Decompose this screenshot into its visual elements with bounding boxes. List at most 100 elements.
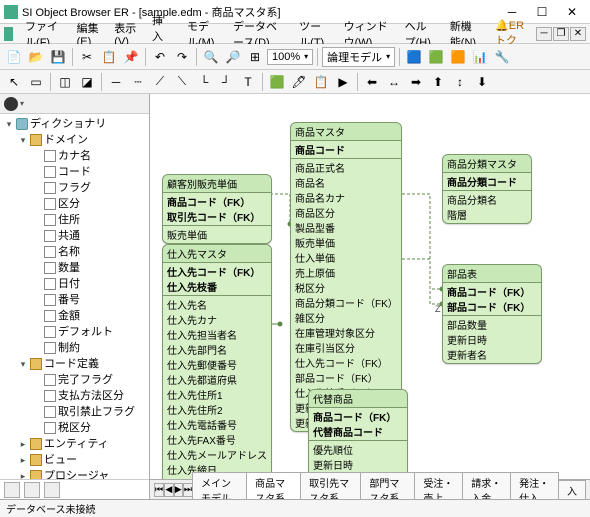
folder-icon <box>30 470 42 479</box>
entity-product[interactable]: 商品マスタ 商品コード 商品正式名商品名商品名カナ商品区分製品型番販売単価仕入単… <box>290 122 402 432</box>
tab-1[interactable]: 商品マスタ系 <box>246 472 301 499</box>
tree-item[interactable]: 区分 <box>58 196 80 212</box>
tree-item[interactable]: 支払方法区分 <box>58 388 124 404</box>
redo-button[interactable]: ↷ <box>172 47 192 67</box>
tool-b-button[interactable]: 🟩 <box>426 47 446 67</box>
tool-a-button[interactable]: 🟦 <box>404 47 424 67</box>
new-button[interactable]: 📄 <box>4 47 24 67</box>
tree-item[interactable]: 制約 <box>58 340 80 356</box>
tool-d-button[interactable]: 📊 <box>470 47 490 67</box>
page-icon <box>44 150 56 162</box>
tab-2[interactable]: 取引先マスタ系 <box>300 472 361 499</box>
tree-item[interactable]: プロシージャ <box>44 468 109 479</box>
tab-next-button[interactable]: ▶ <box>174 483 183 497</box>
tab-7[interactable]: 入 <box>558 480 586 500</box>
entity-pk: 商品分類コード <box>443 173 531 190</box>
tree-item[interactable]: コード <box>58 164 91 180</box>
color-fill-tool[interactable]: 🟩 <box>267 72 287 92</box>
entity-substitute[interactable]: 代替商品 商品コード（FK）代替商品コード 優先順位更新日時更新者名 <box>308 389 408 479</box>
tree-item[interactable]: 取引禁止フラグ <box>58 404 135 420</box>
tree-domain[interactable]: ドメイン <box>44 132 88 148</box>
tree-item[interactable]: フラグ <box>58 180 91 196</box>
tree-item[interactable]: 共通 <box>58 228 80 244</box>
tree-item[interactable]: デフォルト <box>58 324 113 340</box>
tab-5[interactable]: 請求・入金 <box>462 472 511 499</box>
tree-item[interactable]: 完了フラグ <box>58 372 113 388</box>
zoom-combo[interactable]: 100% <box>267 49 313 65</box>
sidebar-btn-3[interactable] <box>44 482 60 498</box>
undo-button[interactable]: ↶ <box>150 47 170 67</box>
zoom-in-button[interactable]: 🔍 <box>201 47 221 67</box>
entity-title: 商品マスタ <box>291 123 401 141</box>
mdi-restore-button[interactable]: ❐ <box>553 27 569 41</box>
copy-style-tool[interactable]: 📋 <box>311 72 331 92</box>
color-line-tool[interactable]: 🖊 <box>289 72 309 92</box>
rel5-tool[interactable]: └ <box>194 72 214 92</box>
rel6-tool[interactable]: ┘ <box>216 72 236 92</box>
model-tabs: ⏮ ◀ ▶ ⏭ メインモデル商品マスタ系取引先マスタ系部門マスタ系受注・売上請求… <box>150 479 590 499</box>
entity-parts[interactable]: 部品表 商品コード（FK）部品コード（FK） 部品数量更新日時更新者名 <box>442 264 542 364</box>
view-tool[interactable]: ◪ <box>77 72 97 92</box>
tree-item[interactable]: 番号 <box>58 292 80 308</box>
tab-6[interactable]: 発注・仕入 <box>510 472 559 499</box>
page-icon <box>44 182 56 194</box>
entity-pk: 商品コード（FK）代替商品コード <box>309 408 407 440</box>
entity2-tool[interactable]: ◫ <box>55 72 75 92</box>
status-text: データベース未接続 <box>6 501 96 516</box>
play-tool[interactable]: ▶ <box>333 72 353 92</box>
text-tool[interactable]: T <box>238 72 258 92</box>
align-c-tool[interactable]: ↔ <box>384 72 404 92</box>
open-button[interactable]: 📂 <box>26 47 46 67</box>
rel4-tool[interactable]: ⟍ <box>172 72 192 92</box>
tab-first-button[interactable]: ⏮ <box>154 483 164 497</box>
tree-item[interactable]: エンティティ <box>44 436 109 452</box>
page-icon <box>44 198 56 210</box>
entity-tool[interactable]: ▭ <box>26 72 46 92</box>
align-t-tool[interactable]: ⬆ <box>428 72 448 92</box>
tree-item[interactable]: 日付 <box>58 276 80 292</box>
tab-prev-button[interactable]: ◀ <box>164 483 173 497</box>
align-b-tool[interactable]: ⬇ <box>472 72 492 92</box>
entity-customer-price[interactable]: 顧客別販売単価 商品コード（FK）取引先コード（FK） 販売単価 <box>162 174 272 244</box>
tab-3[interactable]: 部門マスタ系 <box>360 472 415 499</box>
mdi-minimize-button[interactable]: ─ <box>536 27 552 41</box>
sidebar-btn-2[interactable] <box>24 482 40 498</box>
tool-e-button[interactable]: 🔧 <box>492 47 512 67</box>
copy-button[interactable]: 📋 <box>99 47 119 67</box>
entity-attrs: 部品数量更新日時更新者名 <box>443 315 541 363</box>
tree-item[interactable]: 金額 <box>58 308 80 324</box>
tab-4[interactable]: 受注・売上 <box>414 472 463 499</box>
er-canvas[interactable]: Z 顧客別販売単価 商品コード（FK）取引先コード（FK） 販売単価 仕入先マス… <box>150 94 590 479</box>
dictionary-tree[interactable]: ▾ディクショナリ ▾ドメイン カナ名コードフラグ区分住所共通名称数量日付番号金額… <box>0 114 149 479</box>
pointer-tool[interactable]: ↖ <box>4 72 24 92</box>
tree-item[interactable]: 数量 <box>58 260 80 276</box>
rel1-tool[interactable]: ─ <box>106 72 126 92</box>
fit-button[interactable]: ⊞ <box>245 47 265 67</box>
rel2-tool[interactable]: ┄ <box>128 72 148 92</box>
entity-product-class[interactable]: 商品分類マスタ 商品分類コード 商品分類名階層 <box>442 154 532 224</box>
sidebar-header[interactable] <box>0 94 149 114</box>
tree-codedef[interactable]: コード定義 <box>44 356 99 372</box>
svg-text:Z: Z <box>435 304 441 314</box>
tree-item[interactable]: ビュー <box>44 452 77 468</box>
tree-item[interactable]: 名称 <box>58 244 80 260</box>
rel3-tool[interactable]: ⟋ <box>150 72 170 92</box>
align-r-tool[interactable]: ➡ <box>406 72 426 92</box>
model-combo[interactable]: 論理モデル <box>322 47 395 67</box>
close-button[interactable]: ✕ <box>558 2 586 22</box>
tab-0[interactable]: メインモデル <box>192 472 247 499</box>
save-button[interactable]: 💾 <box>48 47 68 67</box>
tree-root[interactable]: ディクショナリ <box>30 116 106 132</box>
zoom-out-button[interactable]: 🔎 <box>223 47 243 67</box>
sidebar-btn-1[interactable] <box>4 482 20 498</box>
mdi-close-button[interactable]: ✕ <box>570 27 586 41</box>
align-l-tool[interactable]: ⬅ <box>362 72 382 92</box>
paste-button[interactable]: 📌 <box>121 47 141 67</box>
tree-item[interactable]: 住所 <box>58 212 80 228</box>
cut-button[interactable]: ✂ <box>77 47 97 67</box>
tree-item[interactable]: 税区分 <box>58 420 91 436</box>
entity-supplier[interactable]: 仕入先マスタ 仕入先コード（FK）仕入先枝番 仕入先名仕入先カナ仕入先担当者名仕… <box>162 244 272 479</box>
tree-item[interactable]: カナ名 <box>58 148 91 164</box>
align-m-tool[interactable]: ↕ <box>450 72 470 92</box>
tool-c-button[interactable]: 🟧 <box>448 47 468 67</box>
